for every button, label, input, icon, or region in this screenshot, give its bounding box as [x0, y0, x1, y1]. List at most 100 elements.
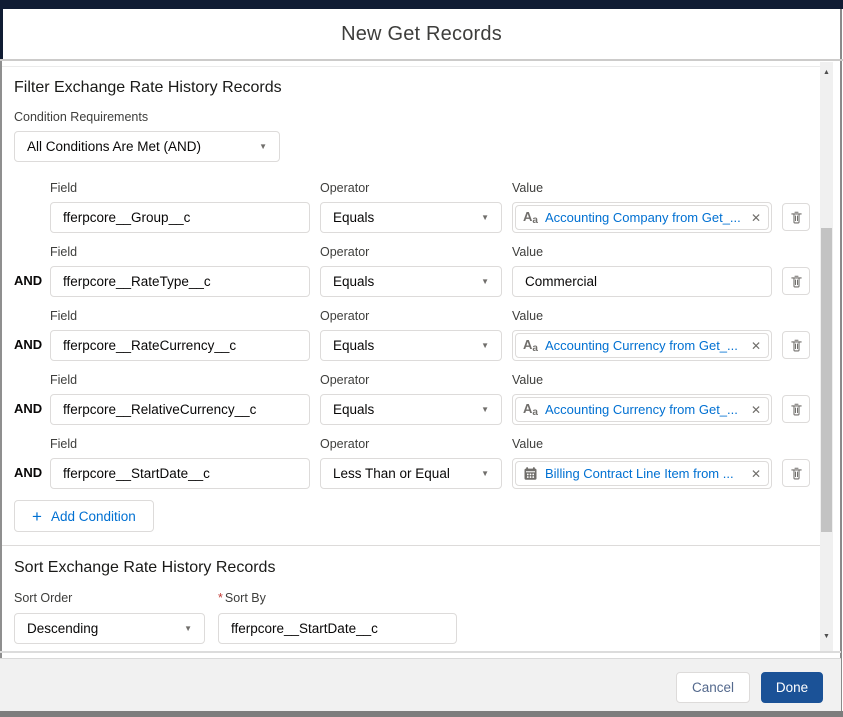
- chevron-down-icon: ▼: [184, 624, 192, 633]
- trash-icon: [789, 338, 804, 353]
- chevron-down-icon: ▼: [481, 405, 489, 414]
- resource-pill-label: Accounting Currency from Get_...: [544, 402, 738, 417]
- operator-column-label: Operator: [320, 181, 370, 195]
- value-column-label: Value: [512, 309, 544, 323]
- field-column-label: Field: [50, 309, 78, 323]
- resource-pill[interactable]: Aa Accounting Company from Get_... ✕: [515, 205, 769, 230]
- operator-column-label: Operator: [320, 309, 370, 323]
- and-join-label: AND: [14, 337, 43, 352]
- resource-pill[interactable]: Billing Contract Line Item from ... ✕: [515, 461, 769, 486]
- resource-pill-label: Accounting Company from Get_...: [544, 210, 741, 225]
- field-input[interactable]: fferpcore__RateType__c: [50, 266, 310, 297]
- value-column-label: Value: [512, 373, 544, 387]
- operator-select[interactable]: Equals ▼: [320, 202, 502, 233]
- text-type-icon: Aa: [523, 400, 538, 418]
- chevron-down-icon: ▼: [481, 341, 489, 350]
- field-input[interactable]: fferpcore__StartDate__c: [50, 458, 310, 489]
- scroll-up-arrow-icon[interactable]: ▲: [820, 65, 833, 79]
- value-input[interactable]: Commercial: [512, 266, 772, 297]
- text-type-icon: Aa: [523, 336, 538, 354]
- content-bottom-hairline: [0, 651, 841, 653]
- field-input[interactable]: fferpcore__Group__c: [50, 202, 310, 233]
- and-join-label: AND: [14, 465, 43, 480]
- operator-select[interactable]: Equals ▼: [320, 330, 502, 361]
- modal-title: New Get Records: [341, 22, 502, 45]
- delete-condition-button[interactable]: [782, 267, 810, 295]
- condition-row: AND Field Operator Value fferpcore__Rate…: [0, 309, 820, 361]
- sort-order-value: Descending: [27, 621, 99, 636]
- add-condition-button[interactable]: + Add Condition: [14, 500, 154, 532]
- trash-icon: [789, 210, 804, 225]
- condition-requirements-select[interactable]: All Conditions Are Met (AND) ▼: [14, 131, 280, 162]
- and-join-label: AND: [14, 273, 43, 288]
- chevron-down-icon: ▼: [259, 142, 267, 151]
- sort-order-select[interactable]: Descending ▼: [14, 613, 205, 644]
- value-input[interactable]: Billing Contract Line Item from ... ✕: [512, 458, 772, 489]
- delete-condition-button[interactable]: [782, 203, 810, 231]
- chevron-down-icon: ▼: [481, 469, 489, 478]
- delete-condition-button[interactable]: [782, 395, 810, 423]
- condition-row: AND Field Operator Value fferpcore__Rela…: [0, 373, 820, 425]
- content-top-hairline: [2, 66, 820, 67]
- close-icon[interactable]: ✕: [751, 404, 761, 416]
- trash-icon: [789, 466, 804, 481]
- field-column-label: Field: [50, 373, 78, 387]
- value-input[interactable]: Aa Accounting Currency from Get_... ✕: [512, 394, 772, 425]
- close-icon[interactable]: ✕: [751, 212, 761, 224]
- trash-icon: [789, 274, 804, 289]
- text-type-icon: Aa: [523, 208, 538, 226]
- condition-row: AND Field Operator Value fferpcore__Rate…: [0, 245, 820, 297]
- sort-by-label: * Sort By: [218, 591, 266, 605]
- value-column-label: Value: [512, 245, 544, 259]
- header-divider: [0, 59, 843, 61]
- value-input[interactable]: Aa Accounting Company from Get_... ✕: [512, 202, 772, 233]
- section-divider: [2, 545, 820, 546]
- operator-select[interactable]: Equals ▼: [320, 266, 502, 297]
- sort-section-heading: Sort Exchange Rate History Records: [14, 559, 276, 576]
- chevron-down-icon: ▼: [481, 213, 489, 222]
- operator-column-label: Operator: [320, 437, 370, 451]
- operator-column-label: Operator: [320, 245, 370, 259]
- scroll-down-arrow-icon[interactable]: ▼: [820, 629, 833, 643]
- cancel-button[interactable]: Cancel: [676, 672, 750, 703]
- field-column-label: Field: [50, 437, 78, 451]
- operator-column-label: Operator: [320, 373, 370, 387]
- field-input[interactable]: fferpcore__RelativeCurrency__c: [50, 394, 310, 425]
- resource-pill-label: Billing Contract Line Item from ...: [545, 466, 734, 481]
- modal-footer: Cancel Done: [0, 658, 841, 711]
- condition-row: AND Field Operator Value fferpcore__Star…: [0, 437, 820, 489]
- window-top-edge: [0, 0, 843, 9]
- delete-condition-button[interactable]: [782, 459, 810, 487]
- resource-pill[interactable]: Aa Accounting Currency from Get_... ✕: [515, 397, 769, 422]
- trash-icon: [789, 402, 804, 417]
- value-input[interactable]: Aa Accounting Currency from Get_... ✕: [512, 330, 772, 361]
- chevron-down-icon: ▼: [481, 277, 489, 286]
- close-icon[interactable]: ✕: [751, 468, 761, 480]
- condition-requirements-value: All Conditions Are Met (AND): [27, 139, 202, 154]
- required-asterisk: *: [218, 591, 223, 605]
- resource-pill[interactable]: Aa Accounting Currency from Get_... ✕: [515, 333, 769, 358]
- window-bottom-edge: [0, 711, 843, 717]
- field-column-label: Field: [50, 181, 78, 195]
- filter-section-heading: Filter Exchange Rate History Records: [14, 79, 282, 96]
- done-button[interactable]: Done: [761, 672, 823, 703]
- calendar-icon: [523, 466, 538, 481]
- field-column-label: Field: [50, 245, 78, 259]
- resource-pill-label: Accounting Currency from Get_...: [544, 338, 738, 353]
- operator-select[interactable]: Equals ▼: [320, 394, 502, 425]
- sort-by-input[interactable]: fferpcore__StartDate__c: [218, 613, 457, 644]
- modal-right-border: [840, 9, 842, 717]
- scrollbar-thumb[interactable]: [821, 228, 832, 532]
- field-input[interactable]: fferpcore__RateCurrency__c: [50, 330, 310, 361]
- and-join-label: AND: [14, 401, 43, 416]
- close-icon[interactable]: ✕: [751, 340, 761, 352]
- value-column-label: Value: [512, 437, 544, 451]
- plus-icon: +: [32, 506, 42, 526]
- new-get-records-modal: New Get Records Filter Exchange Rate His…: [0, 0, 843, 717]
- value-column-label: Value: [512, 181, 544, 195]
- delete-condition-button[interactable]: [782, 331, 810, 359]
- vertical-scrollbar[interactable]: ▲ ▼: [820, 62, 833, 651]
- modal-header: New Get Records: [3, 9, 840, 59]
- condition-requirements-label: Condition Requirements: [14, 110, 149, 124]
- operator-select[interactable]: Less Than or Equal ▼: [320, 458, 502, 489]
